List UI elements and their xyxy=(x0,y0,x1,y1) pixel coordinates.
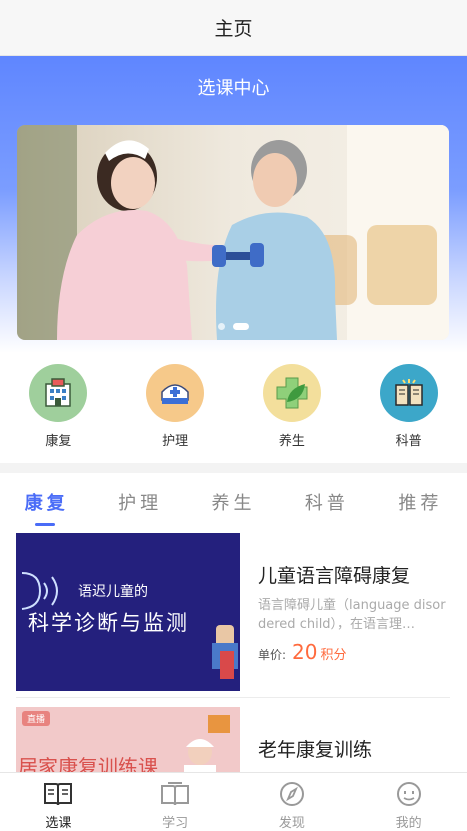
nav-study[interactable]: 学习 xyxy=(117,773,234,831)
nurse-cap-icon xyxy=(146,364,205,422)
category-label: 养生 xyxy=(278,434,305,449)
nav-label: 发现 xyxy=(278,816,305,831)
price-unit: 积分 xyxy=(320,648,347,663)
course-info: 儿童语言障碍康复 语言障碍儿童（language disordered chil… xyxy=(240,533,450,691)
profile-face-icon xyxy=(396,782,421,806)
course-list: 语迟儿童的 科学诊断与监测 儿童语言障碍康复 语言障碍儿童（language d… xyxy=(0,533,467,773)
nav-select-course[interactable]: 选课 xyxy=(0,773,117,831)
category-label: 科普 xyxy=(395,434,422,449)
course-tabs: 康复 护理 养生 科普 推荐 xyxy=(0,473,467,528)
category-wellness[interactable]: 养生 xyxy=(234,353,351,461)
tab-nursing[interactable]: 护理 xyxy=(93,473,186,528)
course-card[interactable]: 语迟儿童的 科学诊断与监测 儿童语言障碍康复 语言障碍儿童（language d… xyxy=(16,533,450,691)
book-icon xyxy=(379,364,438,422)
hospital-icon xyxy=(29,364,88,422)
nav-label: 学习 xyxy=(162,816,189,831)
banner-indicator xyxy=(17,323,449,330)
category-rehab[interactable]: 康复 xyxy=(0,353,117,461)
banner-dot[interactable] xyxy=(217,323,225,330)
course-thumbnail: 直播 居家康复训练课 xyxy=(16,707,240,773)
course-info: 老年康复训练 xyxy=(240,707,450,773)
price-value: 20 xyxy=(292,640,318,664)
thumbnail-line1: 居家康复训练课 xyxy=(18,755,158,773)
course-thumbnail: 语迟儿童的 科学诊断与监测 xyxy=(16,533,240,691)
price-label: 单价: xyxy=(258,648,287,662)
thumbnail-line1: 语迟儿童的 xyxy=(78,584,148,600)
nav-discover[interactable]: 发现 xyxy=(234,773,351,831)
tab-recommend[interactable]: 推荐 xyxy=(374,473,467,528)
course-description: 语言障碍儿童（language disordered child），在语言理… xyxy=(258,598,446,632)
banner-dot-active[interactable] xyxy=(232,323,249,330)
category-label: 护理 xyxy=(162,434,189,449)
study-book-icon xyxy=(161,782,190,806)
course-card[interactable]: 直播 居家康复训练课 老年康复训练 xyxy=(16,707,450,773)
category-nursing[interactable]: 护理 xyxy=(117,353,234,461)
category-grid: 康复 护理 养生 科普 xyxy=(0,353,467,461)
banner-image xyxy=(17,125,449,340)
tab-science[interactable]: 科普 xyxy=(280,473,373,528)
bottom-nav: 选课 学习 发现 我的 xyxy=(0,772,467,831)
course-price: 单价: 20 积分 xyxy=(258,640,450,664)
nav-profile[interactable]: 我的 xyxy=(350,773,467,831)
course-divider xyxy=(16,697,450,698)
category-label: 康复 xyxy=(45,434,72,449)
page-title: 主页 xyxy=(214,18,253,40)
thumbnail-line2: 科学诊断与监测 xyxy=(28,611,189,635)
category-science[interactable]: 科普 xyxy=(350,353,467,461)
top-bar: 主页 xyxy=(0,0,467,56)
course-title: 老年康复训练 xyxy=(258,739,373,761)
section-divider xyxy=(0,463,467,473)
discover-compass-icon xyxy=(279,782,304,806)
hero-title: 选课中心 xyxy=(197,78,270,99)
tab-rehab[interactable]: 康复 xyxy=(0,473,93,528)
course-title: 儿童语言障碍康复 xyxy=(258,565,411,587)
banner-carousel[interactable] xyxy=(17,125,449,340)
nav-label: 选课 xyxy=(45,816,72,831)
leaf-cross-icon xyxy=(262,364,321,422)
tab-wellness[interactable]: 养生 xyxy=(187,473,280,528)
select-course-icon xyxy=(44,783,73,806)
nav-label: 我的 xyxy=(395,816,422,831)
